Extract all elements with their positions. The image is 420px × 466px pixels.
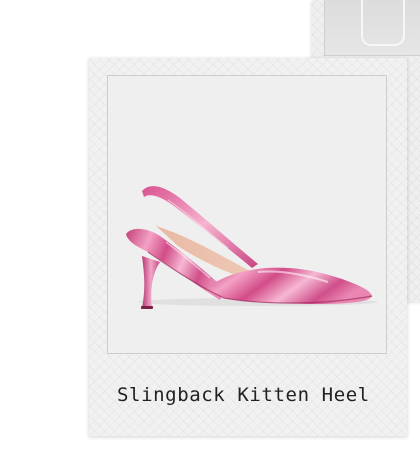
slingback-shoe-image [126, 186, 378, 309]
page-canvas: Slingback Kitten Heel [0, 0, 420, 466]
background-product-photo [324, 0, 420, 56]
product-card[interactable]: Slingback Kitten Heel [89, 58, 407, 436]
product-photo [107, 75, 387, 354]
product-caption: Slingback Kitten Heel [117, 384, 370, 406]
